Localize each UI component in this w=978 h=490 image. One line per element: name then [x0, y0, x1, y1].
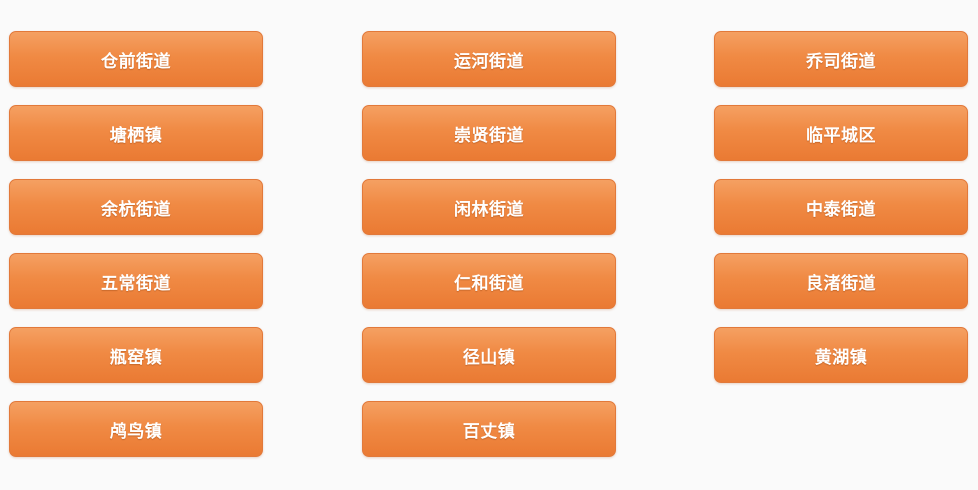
district-button-zhongtai[interactable]: 中泰街道	[714, 179, 968, 235]
district-button-label: 中泰街道	[806, 199, 876, 220]
district-button-cangqian[interactable]: 仓前街道	[9, 31, 263, 87]
district-button-yuhang[interactable]: 余杭街道	[9, 179, 263, 235]
district-button-label: 仁和街道	[454, 273, 524, 294]
column-3: 乔司街道 临平城区 中泰街道 良渚街道 黄湖镇	[714, 31, 968, 401]
column-2: 运河街道 崇贤街道 闲林街道 仁和街道 径山镇 百丈镇	[362, 31, 616, 475]
district-button-wuchang[interactable]: 五常街道	[9, 253, 263, 309]
district-button-liangzhu[interactable]: 良渚街道	[714, 253, 968, 309]
district-button-label: 乔司街道	[806, 51, 876, 72]
district-button-label: 径山镇	[462, 347, 516, 368]
district-button-label: 仓前街道	[101, 51, 171, 72]
district-button-label: 塘栖镇	[109, 125, 163, 146]
district-button-label: 良渚街道	[806, 273, 876, 294]
district-button-xianlin[interactable]: 闲林街道	[362, 179, 616, 235]
district-button-jingshan[interactable]: 径山镇	[362, 327, 616, 383]
district-button-label: 崇贤街道	[454, 125, 524, 146]
district-button-label: 余杭街道	[101, 199, 171, 220]
district-button-luniao[interactable]: 鸬鸟镇	[9, 401, 263, 457]
district-button-chongxian[interactable]: 崇贤街道	[362, 105, 616, 161]
district-button-yunhe[interactable]: 运河街道	[362, 31, 616, 87]
district-button-label: 黄湖镇	[814, 347, 868, 368]
district-button-label: 运河街道	[454, 51, 524, 72]
district-button-label: 闲林街道	[454, 199, 524, 220]
district-button-grid: 仓前街道 塘栖镇 余杭街道 五常街道 瓶窑镇 鸬鸟镇 运河街道 崇贤街道 闲林街…	[0, 0, 978, 490]
district-button-qiaosi[interactable]: 乔司街道	[714, 31, 968, 87]
district-button-baizhang[interactable]: 百丈镇	[362, 401, 616, 457]
district-button-linping[interactable]: 临平城区	[714, 105, 968, 161]
district-button-pingyao[interactable]: 瓶窑镇	[9, 327, 263, 383]
district-button-label: 五常街道	[101, 273, 171, 294]
district-button-label: 临平城区	[806, 125, 876, 146]
district-button-label: 百丈镇	[462, 421, 516, 442]
district-button-label: 瓶窑镇	[109, 347, 163, 368]
column-1: 仓前街道 塘栖镇 余杭街道 五常街道 瓶窑镇 鸬鸟镇	[9, 31, 263, 475]
district-button-renhe[interactable]: 仁和街道	[362, 253, 616, 309]
district-button-label: 鸬鸟镇	[109, 421, 163, 442]
district-button-huanghu[interactable]: 黄湖镇	[714, 327, 968, 383]
district-button-tangqi[interactable]: 塘栖镇	[9, 105, 263, 161]
